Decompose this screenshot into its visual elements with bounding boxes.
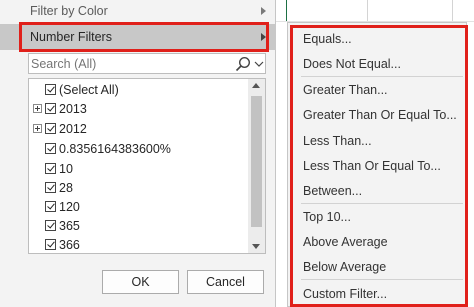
- search-input[interactable]: [29, 56, 229, 71]
- list-item[interactable]: 0.8356164383600%: [29, 139, 249, 158]
- list-item-label: 366: [59, 237, 80, 252]
- checkbox[interactable]: [45, 239, 56, 250]
- list-scrollbar[interactable]: [248, 79, 265, 253]
- scroll-down-icon[interactable]: [252, 244, 260, 249]
- chevron-right-icon: [261, 7, 266, 15]
- list-item-label: 10: [59, 161, 73, 176]
- expand-icon[interactable]: [33, 104, 42, 113]
- highlight-box-submenu: [290, 25, 468, 307]
- highlight-box-number-filters: [19, 22, 269, 52]
- list-item-label: 2012: [59, 121, 87, 136]
- list-item[interactable]: 365: [29, 216, 249, 235]
- chevron-down-icon[interactable]: [254, 59, 264, 69]
- checkbox[interactable]: [45, 201, 56, 212]
- list-item-label: 120: [59, 199, 80, 214]
- list-item[interactable]: 366: [29, 235, 249, 253]
- scroll-up-icon[interactable]: [252, 83, 260, 88]
- scroll-thumb[interactable]: [251, 96, 262, 227]
- cancel-button[interactable]: Cancel: [187, 270, 264, 294]
- checkbox[interactable]: [45, 182, 56, 193]
- checkbox[interactable]: [45, 220, 56, 231]
- list-item-select-all[interactable]: (Select All): [29, 80, 249, 99]
- list-item-label: 0.8356164383600%: [59, 141, 171, 156]
- menu-filter-by-color[interactable]: Filter by Color: [0, 0, 276, 22]
- list-item-label: 365: [59, 218, 80, 233]
- search-icon[interactable]: [235, 56, 251, 72]
- filter-by-color-label: Filter by Color: [30, 4, 108, 18]
- value-list: (Select All) 2013 2012 0.8356164383600% …: [28, 78, 266, 254]
- list-item[interactable]: 120: [29, 197, 249, 216]
- active-cell-border: [286, 0, 287, 22]
- expand-icon[interactable]: [33, 124, 42, 133]
- excel-filter-screen: Filter by Color Number Filters (Select A…: [0, 0, 474, 307]
- search-field[interactable]: [28, 53, 266, 74]
- list-item-label: 2013: [59, 101, 87, 116]
- ok-button[interactable]: OK: [102, 270, 179, 294]
- list-item[interactable]: 10: [29, 159, 249, 178]
- checkbox[interactable]: [45, 123, 56, 134]
- list-item[interactable]: 28: [29, 178, 249, 197]
- checkbox[interactable]: [45, 163, 56, 174]
- checkbox[interactable]: [45, 143, 56, 154]
- list-item[interactable]: 2012: [29, 119, 249, 138]
- list-item-label: (Select All): [59, 82, 119, 97]
- checkbox[interactable]: [45, 84, 56, 95]
- list-item[interactable]: 2013: [29, 99, 249, 118]
- list-item-label: 28: [59, 180, 73, 195]
- checkbox[interactable]: [45, 103, 56, 114]
